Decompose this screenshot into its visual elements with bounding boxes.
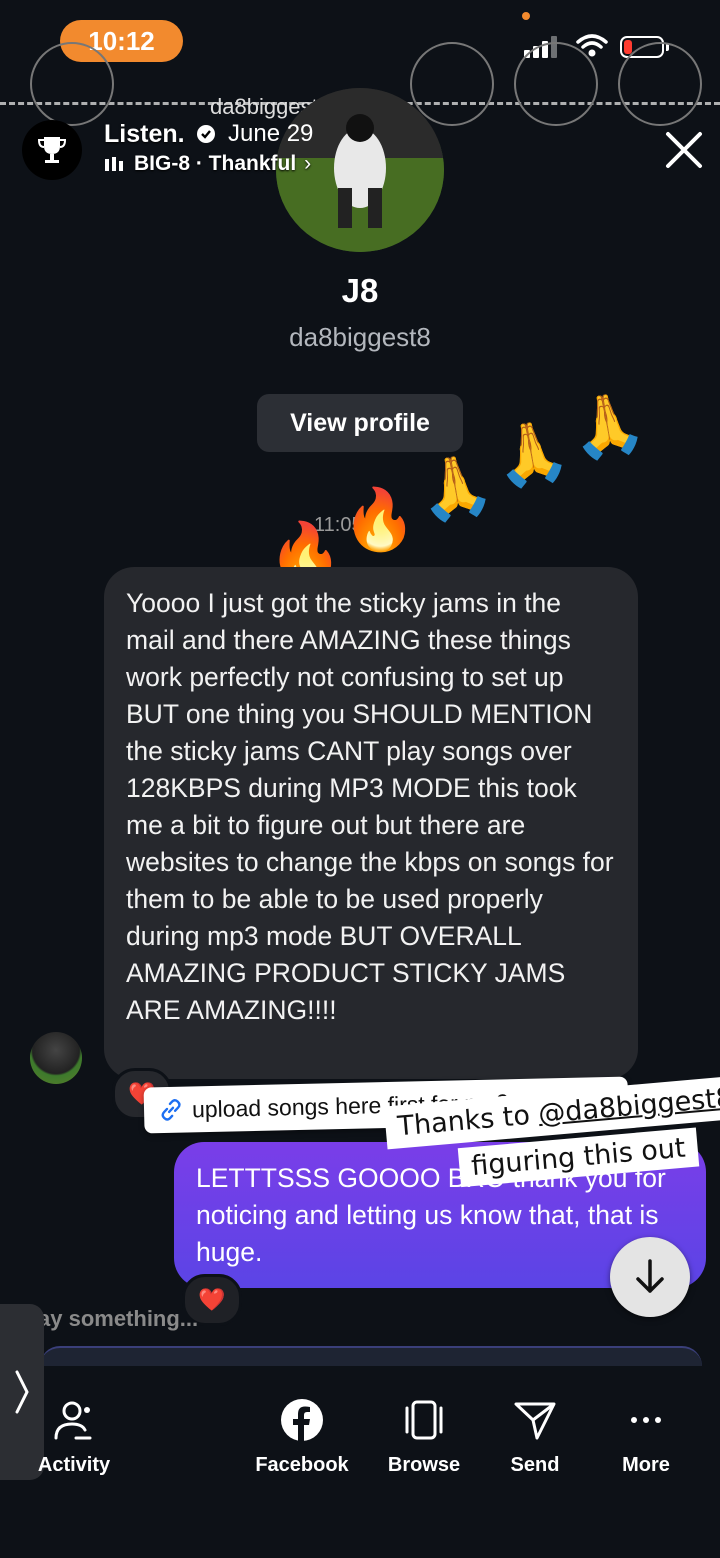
arrow-down-icon <box>636 1259 664 1293</box>
story-music[interactable]: BIG-8 · Thankful › <box>104 152 311 176</box>
nav-facebook[interactable]: Facebook <box>242 1398 362 1477</box>
back-icon[interactable] <box>30 42 114 126</box>
browse-icon <box>405 1400 443 1440</box>
story-date: June 29 <box>228 120 314 147</box>
music-bars-icon <box>105 157 123 171</box>
call-icon[interactable] <box>514 42 598 126</box>
nav-send[interactable]: Send <box>475 1398 595 1477</box>
profile-handle: da8biggest8 <box>289 322 431 352</box>
nav-activity[interactable]: Activity <box>14 1398 134 1477</box>
chevron-right-icon: › <box>304 152 312 175</box>
nav-browse[interactable]: Browse <box>364 1398 484 1477</box>
pray-emoji-sticker[interactable]: 🙏 <box>565 386 650 465</box>
link-icon <box>161 1099 181 1121</box>
activity-icon <box>54 1401 92 1440</box>
message-composer[interactable]: ay something... <box>38 1306 198 1332</box>
story-title: Listen. <box>104 120 216 149</box>
facebook-icon <box>281 1399 323 1441</box>
verified-icon <box>196 125 215 143</box>
pray-emoji-sticker[interactable]: 🙏 <box>489 414 574 493</box>
video-icon[interactable] <box>618 42 702 126</box>
emoji-icon[interactable] <box>410 42 494 126</box>
profile-name: J8 <box>341 272 379 309</box>
incoming-message[interactable]: Yoooo I just got the sticky jams in the … <box>104 567 638 1079</box>
nav-more[interactable]: More <box>586 1398 706 1477</box>
more-icon <box>631 1417 661 1423</box>
close-icon[interactable] <box>662 128 706 172</box>
view-profile-button[interactable]: View profile <box>257 394 463 452</box>
send-icon <box>514 1402 556 1440</box>
privacy-indicator <box>522 12 530 20</box>
pray-emoji-sticker[interactable]: 🙏 <box>413 448 498 527</box>
sender-avatar[interactable] <box>30 1032 82 1084</box>
trophy-icon[interactable] <box>22 120 82 180</box>
fire-emoji-sticker[interactable]: 🔥 <box>342 490 417 550</box>
scroll-down-button[interactable] <box>610 1237 690 1317</box>
